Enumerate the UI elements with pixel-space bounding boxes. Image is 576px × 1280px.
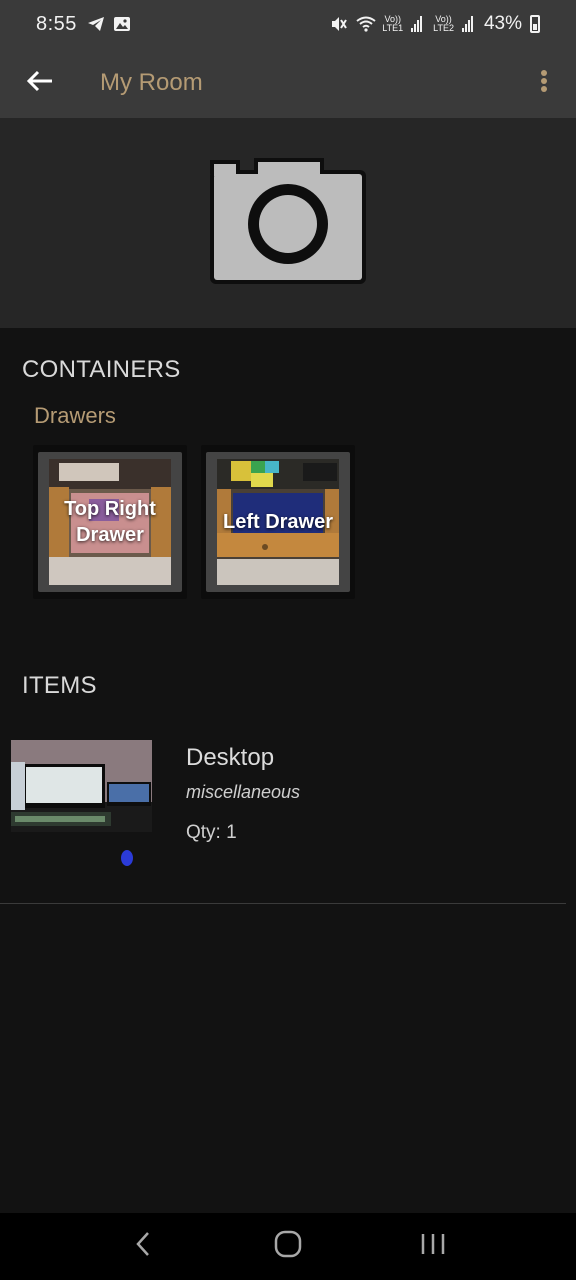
back-nav-icon xyxy=(135,1231,151,1262)
page-title: My Room xyxy=(100,69,203,96)
item-name: Desktop xyxy=(186,744,275,771)
group-title-drawers: Drawers xyxy=(34,403,116,428)
containers-heading: CONTAINERS xyxy=(22,356,181,383)
room-photo[interactable] xyxy=(0,118,576,328)
sim1-label: Vo)) LTE1 xyxy=(382,14,404,33)
item-photo xyxy=(11,740,152,880)
wifi-icon xyxy=(356,15,376,33)
battery-icon xyxy=(530,15,540,33)
items-heading: ITEMS xyxy=(22,672,97,699)
divider xyxy=(0,903,566,904)
sim2-label: Vo)) LTE2 xyxy=(433,14,454,33)
container-card-top-right-drawer[interactable]: Top Right Drawer xyxy=(33,445,187,599)
nav-recents-button[interactable] xyxy=(403,1217,463,1277)
home-nav-icon xyxy=(274,1230,302,1263)
more-vert-icon xyxy=(540,69,548,98)
container-label: Top Right Drawer xyxy=(64,498,156,546)
list-item[interactable]: Desktop miscellaneous Qty: 1 xyxy=(0,740,576,882)
status-bar: 8:55 Vo)) LTE1 Vo)) LTE2 43% xyxy=(0,0,576,48)
overflow-menu-button[interactable] xyxy=(512,48,576,118)
camera-icon xyxy=(208,156,368,291)
signal-icon xyxy=(411,16,425,32)
signal-icon xyxy=(461,16,476,32)
arrow-back-icon xyxy=(26,69,54,98)
telegram-icon xyxy=(87,15,105,33)
item-quantity: Qty: 1 xyxy=(186,822,237,843)
container-card-left-drawer[interactable]: Left Drawer xyxy=(201,445,355,599)
battery-percent: 43% xyxy=(483,13,522,34)
recents-nav-icon xyxy=(420,1232,446,1261)
container-label: Left Drawer xyxy=(222,511,334,533)
app-bar: My Room xyxy=(0,48,576,118)
drawer-photo: Left Drawer xyxy=(217,459,339,585)
back-button[interactable] xyxy=(0,48,80,118)
drawer-photo: Top Right Drawer xyxy=(49,459,171,585)
nav-home-button[interactable] xyxy=(258,1217,318,1277)
item-category: miscellaneous xyxy=(186,782,301,802)
mute-icon xyxy=(330,15,348,33)
status-time: 8:55 xyxy=(36,12,77,35)
system-nav-bar xyxy=(0,1213,576,1280)
gallery-icon xyxy=(113,15,131,33)
nav-back-button[interactable] xyxy=(113,1217,173,1277)
